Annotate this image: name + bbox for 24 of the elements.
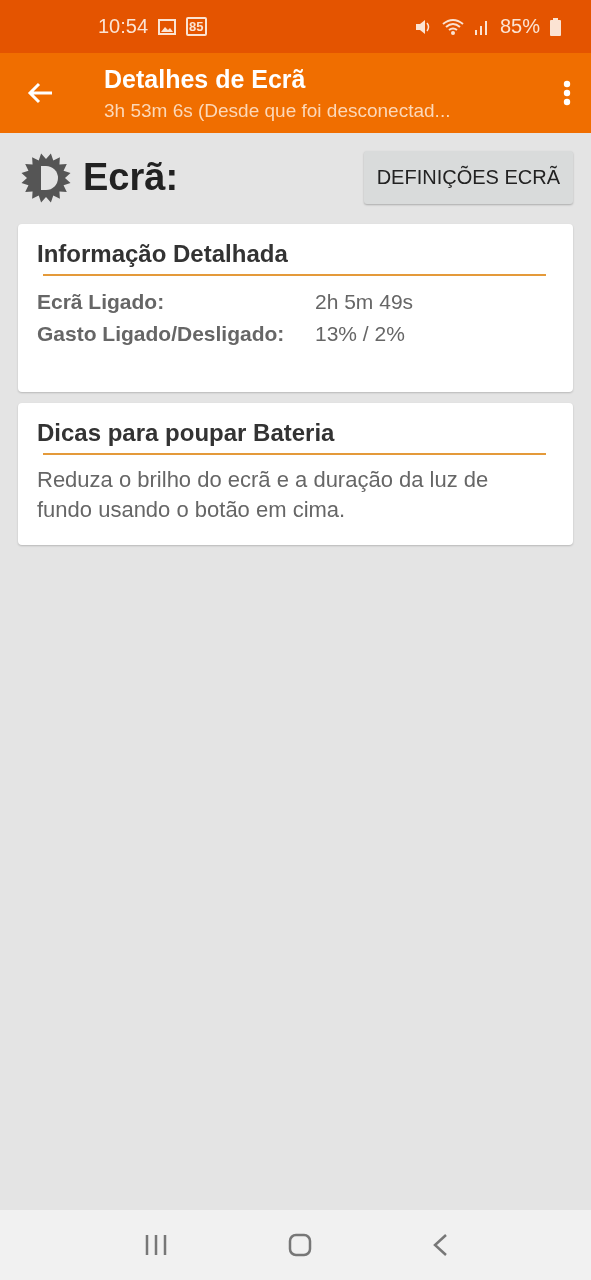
brightness-icon xyxy=(21,152,71,203)
back-arrow-icon[interactable] xyxy=(27,82,53,104)
page-subtitle: 3h 53m 6s (Desde que foi desconectad... xyxy=(104,99,452,122)
battery-percent: 85% xyxy=(499,15,540,38)
row-value: 2h 5m 49s xyxy=(315,289,414,315)
mute-icon xyxy=(413,17,432,36)
card-title: Informação Detalhada xyxy=(37,240,289,269)
row-label: Ecrã Ligado: xyxy=(37,289,166,315)
back-icon[interactable] xyxy=(431,1233,448,1257)
clock: 10:54 xyxy=(98,15,149,38)
tip-text: Reduza o brilho do ecrã e a duração da luz de fundo usando o botão em cima. xyxy=(37,466,490,524)
section-title: Ecrã: xyxy=(83,156,179,199)
row-value: 13% / 2% xyxy=(315,321,405,347)
more-menu-icon[interactable] xyxy=(563,80,571,106)
card-title: Dicas para poupar Bateria xyxy=(37,419,336,448)
display-settings-button[interactable]: DEFINIÇÕES ECRÃ xyxy=(363,151,573,204)
recents-icon[interactable] xyxy=(143,1234,168,1256)
calendar-badge: 85 xyxy=(186,17,207,36)
row-label: Gasto Ligado/Desligado: xyxy=(37,321,286,347)
battery-icon xyxy=(550,17,561,36)
page-title: Detalhes de Ecrã xyxy=(104,64,307,94)
wifi-icon xyxy=(441,17,464,36)
image-icon xyxy=(158,18,177,35)
home-icon[interactable] xyxy=(287,1233,312,1257)
